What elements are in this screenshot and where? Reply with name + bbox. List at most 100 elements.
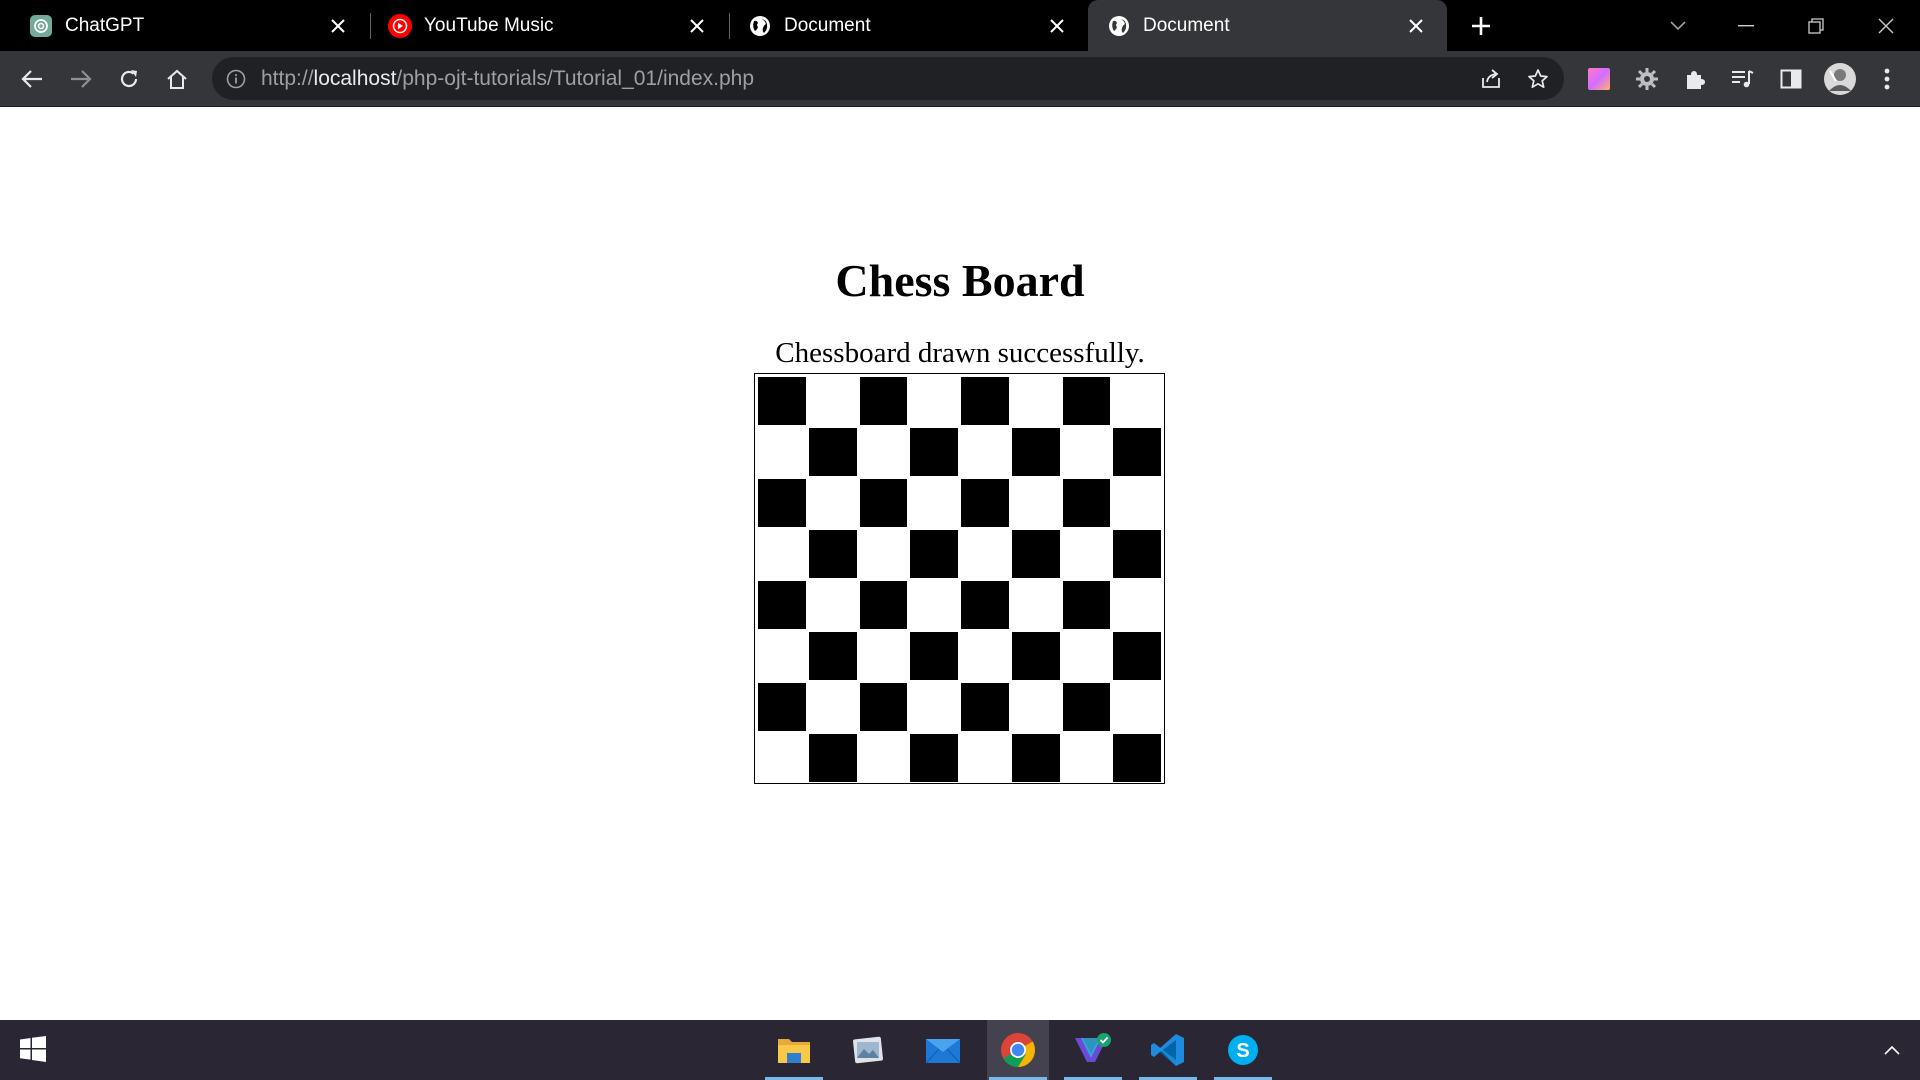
gear-icon [1636, 68, 1658, 90]
tab-chatgpt[interactable]: ChatGPT [10, 0, 369, 51]
status-message: Chessboard drawn successfully. [775, 337, 1145, 369]
taskbar-vscode[interactable] [1137, 1020, 1199, 1080]
close-icon[interactable] [1403, 13, 1429, 39]
taskbar-mail[interactable] [912, 1020, 974, 1080]
light-square [808, 479, 857, 527]
color-extension-button[interactable] [1584, 64, 1614, 94]
dark-square [961, 479, 1009, 527]
side-panel-button[interactable] [1776, 64, 1806, 94]
dark-square [758, 581, 806, 629]
tab-title: Document [784, 15, 871, 36]
dark-square [910, 632, 958, 680]
tab-document[interactable]: Document [729, 0, 1088, 51]
side-panel-icon [1780, 69, 1802, 89]
tab-youtube-music[interactable]: YouTube Music [369, 0, 728, 51]
taskbar-skype[interactable]: S [1212, 1020, 1274, 1080]
board-row [758, 377, 1161, 425]
close-icon[interactable] [684, 13, 710, 39]
taskbar-chrome[interactable] [987, 1020, 1049, 1080]
svg-text:S: S [1236, 1040, 1249, 1062]
reload-icon [120, 70, 138, 88]
browser-toolbar: http://localhost/php-ojt-tutorials/Tutor… [0, 51, 1920, 107]
light-square [1011, 683, 1060, 731]
dark-square [1011, 530, 1060, 578]
tab-strip: ChatGPT YouTube Music Document Document [0, 0, 1920, 51]
dark-square [1113, 428, 1161, 476]
dark-square [758, 683, 806, 731]
media-control-button[interactable] [1728, 64, 1758, 94]
windows-taskbar: S [0, 1020, 1920, 1080]
dark-square [1113, 734, 1161, 782]
home-button[interactable] [162, 64, 192, 94]
chessboard [754, 373, 1165, 784]
light-square [1062, 632, 1111, 680]
light-square [859, 632, 908, 680]
dark-square [961, 683, 1009, 731]
address-bar[interactable]: http://localhost/php-ojt-tutorials/Tutor… [212, 57, 1564, 100]
star-icon[interactable] [1523, 64, 1553, 94]
share-icon[interactable] [1476, 64, 1506, 94]
dark-square [1113, 632, 1161, 680]
url-scheme: http:// [261, 67, 314, 90]
chevron-down-icon [1670, 21, 1686, 31]
extensions-button[interactable] [1680, 64, 1710, 94]
dark-square [910, 428, 958, 476]
dark-square [758, 479, 806, 527]
info-icon[interactable] [224, 67, 248, 91]
photo-viewer-icon [853, 1036, 883, 1064]
restore-button[interactable] [1798, 8, 1834, 44]
close-icon[interactable] [325, 13, 351, 39]
start-button[interactable] [20, 1036, 48, 1064]
light-square [859, 530, 908, 578]
board-row [758, 428, 1161, 476]
show-hidden-icons-button[interactable] [1880, 1038, 1904, 1062]
light-square [1062, 428, 1111, 476]
skype-icon: S [1228, 1035, 1258, 1065]
light-square [910, 479, 958, 527]
restore-icon [1808, 18, 1824, 34]
dark-square [1062, 683, 1111, 731]
profile-avatar[interactable] [1823, 62, 1857, 96]
settings-extension-button[interactable] [1632, 64, 1662, 94]
browser-menu-button[interactable] [1872, 64, 1902, 94]
taskbar-vscode-insiders[interactable] [1062, 1020, 1124, 1080]
tab-document-active[interactable]: Document [1088, 0, 1447, 51]
new-tab-button[interactable] [1466, 11, 1496, 41]
more-vert-icon [1884, 68, 1890, 90]
dark-square [1011, 632, 1060, 680]
page-title: Chess Board [835, 255, 1085, 306]
dark-square [910, 734, 958, 782]
arrow-left-icon [21, 70, 42, 88]
dark-square [961, 377, 1009, 425]
chatgpt-icon [29, 14, 53, 38]
forward-button[interactable] [66, 64, 96, 94]
globe-icon [748, 14, 772, 38]
reload-button[interactable] [114, 64, 144, 94]
light-square [1011, 377, 1060, 425]
tab-search-button[interactable] [1660, 8, 1696, 44]
light-square [859, 734, 908, 782]
dark-square [859, 581, 908, 629]
dark-square [808, 428, 857, 476]
light-square [910, 683, 958, 731]
board-row [758, 530, 1161, 578]
light-square [758, 428, 806, 476]
board-row [758, 632, 1161, 680]
minimize-icon [1738, 25, 1754, 27]
taskbar-file-explorer[interactable] [763, 1020, 825, 1080]
dark-square [859, 377, 908, 425]
dark-square [961, 581, 1009, 629]
dark-square [1011, 734, 1060, 782]
close-icon[interactable] [1044, 13, 1070, 39]
tab-title: ChatGPT [65, 15, 145, 36]
close-window-button[interactable] [1868, 8, 1904, 44]
taskbar-photos[interactable] [837, 1020, 899, 1080]
chessboard-table [755, 374, 1164, 785]
url-text[interactable]: http://localhost/php-ojt-tutorials/Tutor… [261, 68, 754, 90]
minimize-button[interactable] [1728, 8, 1764, 44]
light-square [758, 734, 806, 782]
light-square [910, 581, 958, 629]
back-button[interactable] [17, 64, 47, 94]
youtube-music-icon [388, 14, 412, 38]
chevron-up-icon [1884, 1045, 1900, 1055]
